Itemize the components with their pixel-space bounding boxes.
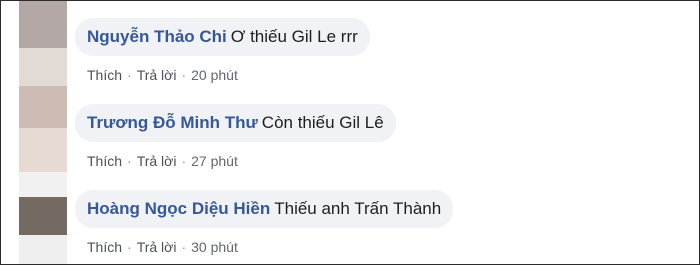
- comment-bubble: Hoàng Ngọc Diệu Hiền Thiếu anh Trấn Thành: [75, 190, 454, 228]
- avatar-column: [19, 1, 67, 264]
- comment-timestamp[interactable]: 27 phút: [191, 153, 238, 169]
- avatar-blur-segment: [19, 128, 67, 172]
- comment-text: Ơ thiếu Gil Le rrr: [230, 27, 358, 46]
- comment-actions: Thích · Trả lời · 30 phút: [87, 238, 453, 256]
- reply-link[interactable]: Trả lời: [137, 153, 177, 169]
- reply-link[interactable]: Trả lời: [137, 239, 177, 255]
- comment-thread-panel: Nguyễn Thảo Chi Ơ thiếu Gil Le rrr Thích ·…: [0, 0, 700, 265]
- avatar[interactable]: [19, 197, 67, 235]
- comment-text: Còn thiếu Gil Lê: [261, 113, 384, 132]
- reply-link[interactable]: Trả lời: [137, 67, 177, 83]
- like-link[interactable]: Thích: [87, 67, 122, 83]
- comment-bubble: Trương Đỗ Minh Thư Còn thiếu Gil Lê: [75, 104, 396, 142]
- avatar-blur-segment: [19, 235, 67, 264]
- comment-actions: Thích · Trả lời · 20 phút: [87, 66, 370, 84]
- comment-bubble: Nguyễn Thảo Chi Ơ thiếu Gil Le rrr: [75, 18, 370, 56]
- like-link[interactable]: Thích: [87, 239, 122, 255]
- comment-timestamp[interactable]: 30 phút: [191, 239, 238, 255]
- avatar-blur-segment: [19, 48, 67, 86]
- avatar[interactable]: [19, 86, 67, 128]
- comment-item: Hoàng Ngọc Diệu Hiền Thiếu anh Trấn Thành…: [75, 190, 454, 256]
- separator-dot: ·: [127, 67, 132, 83]
- separator-dot: ·: [181, 153, 187, 169]
- comment-actions: Thích · Trả lời · 27 phút: [87, 152, 396, 170]
- comment-item: Trương Đỗ Minh Thư Còn thiếu Gil Lê Thích…: [75, 104, 396, 170]
- separator-dot: ·: [127, 239, 132, 255]
- separator-dot: ·: [181, 239, 187, 255]
- separator-dot: ·: [127, 153, 132, 169]
- comment-author-link[interactable]: Nguyễn Thảo Chi: [87, 27, 227, 46]
- comment-text: Thiếu anh Trấn Thành: [274, 199, 442, 218]
- like-link[interactable]: Thích: [87, 153, 122, 169]
- separator-dot: ·: [181, 67, 187, 83]
- avatar-blur-segment: [19, 172, 67, 197]
- comment-item: Nguyễn Thảo Chi Ơ thiếu Gil Le rrr Thích ·…: [75, 18, 370, 84]
- comment-author-link[interactable]: Trương Đỗ Minh Thư: [87, 113, 258, 132]
- avatar[interactable]: [19, 1, 67, 48]
- comment-author-link[interactable]: Hoàng Ngọc Diệu Hiền: [87, 199, 270, 218]
- comment-timestamp[interactable]: 20 phút: [191, 67, 238, 83]
